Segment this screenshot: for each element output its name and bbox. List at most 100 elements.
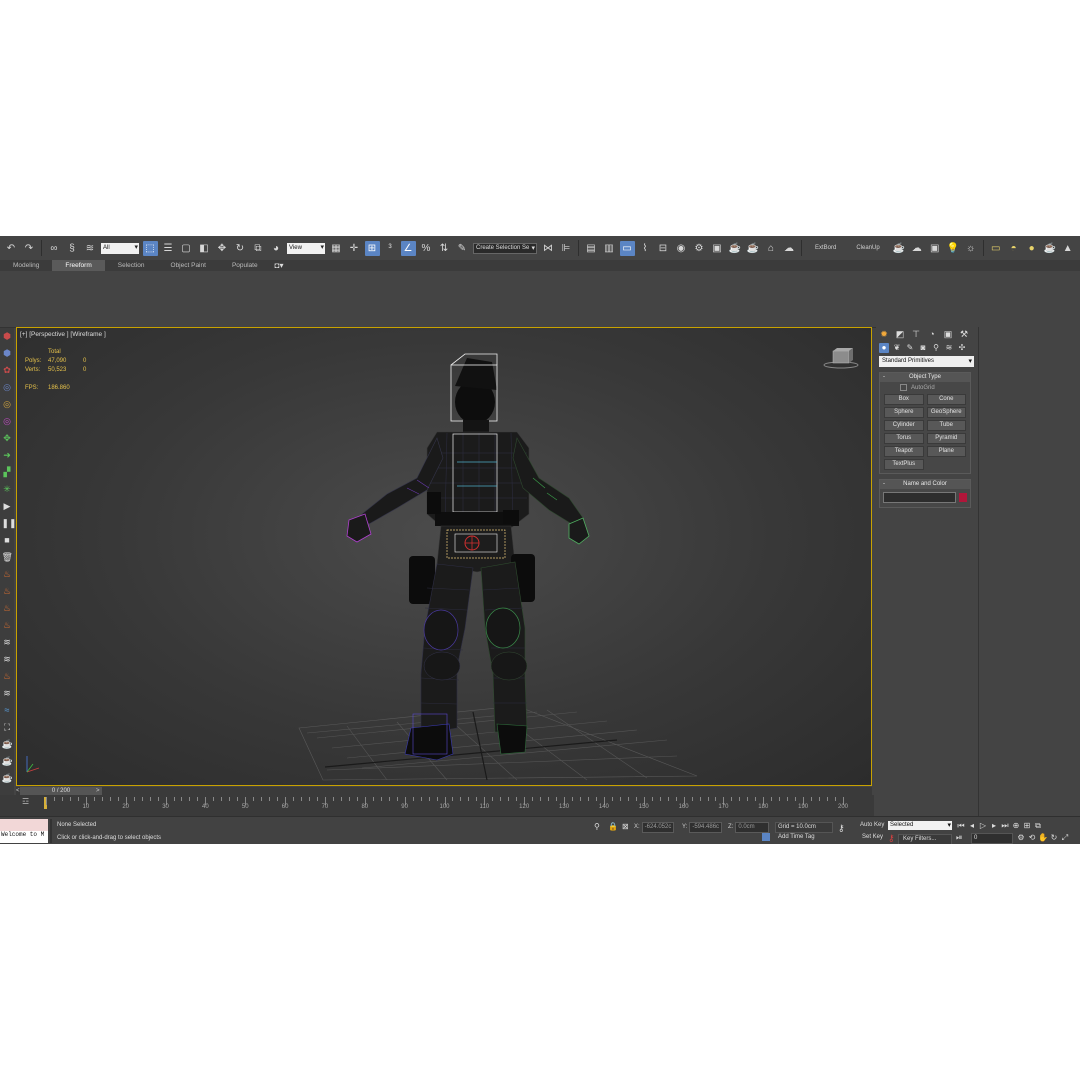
sphere-button[interactable]: Sphere	[884, 407, 924, 418]
key-mode-dropdown[interactable]: Selected	[888, 821, 952, 830]
move-icon[interactable]: ✥	[215, 241, 230, 256]
keyboard-shortcut-override-icon[interactable]: ⊞	[364, 240, 380, 256]
sphere-shape-icon[interactable]: ●	[1024, 241, 1039, 256]
x-coordinate[interactable]: X: -624.052c	[634, 822, 675, 833]
dome-icon[interactable]: ◓	[1006, 241, 1021, 256]
isolate-selection-icon[interactable]: ⚲	[594, 822, 600, 831]
time-config-icon[interactable]: ⚙	[1016, 833, 1026, 843]
undo-icon[interactable]: ↶	[4, 241, 19, 256]
select-object-icon[interactable]: ⬚	[142, 240, 158, 256]
scale-icon[interactable]: ⧉	[251, 241, 266, 256]
xform-arrow-icon[interactable]: ➜	[2, 450, 13, 461]
key-filters-button[interactable]: Key Filters...	[898, 834, 952, 844]
walkthrough-icon[interactable]: ↻	[1049, 833, 1059, 843]
teapot-shape-icon[interactable]: ☕	[1042, 241, 1057, 256]
play-icon[interactable]: ▶	[2, 501, 13, 512]
cylinder-button[interactable]: Cylinder	[884, 420, 924, 431]
viewcube-icon[interactable]	[823, 348, 859, 370]
cloud-icon[interactable]: ☁	[909, 241, 924, 256]
fire-effect-icon[interactable]: ♨	[2, 569, 13, 580]
render-production-icon[interactable]: ☕	[728, 241, 743, 256]
torus-button[interactable]: Torus	[884, 433, 924, 444]
rendered-frame-window-icon[interactable]: ▣	[710, 241, 725, 256]
create-helper-icon[interactable]: ✿	[2, 365, 13, 376]
key-icon[interactable]: ⚷	[838, 823, 845, 834]
auto-key-button[interactable]: Auto Key	[860, 822, 884, 828]
light-lister-icon[interactable]: ☼	[963, 241, 978, 256]
xform-move-icon[interactable]: ✥	[2, 433, 13, 444]
go-to-start-icon[interactable]: ⏮	[956, 821, 966, 831]
cone-shape-icon[interactable]: ▲	[1060, 241, 1075, 256]
link-icon[interactable]: ∞	[47, 241, 62, 256]
tab-freeform[interactable]: Freeform	[52, 260, 105, 271]
zoom-region-icon[interactable]: ⧉	[1033, 821, 1043, 831]
trash-icon[interactable]: 🗑	[2, 552, 13, 563]
manipulate-icon[interactable]: ✛	[347, 241, 362, 256]
previous-frame-arrow-icon[interactable]: <	[16, 787, 20, 795]
create-sphere-icon[interactable]: ⬢	[2, 348, 13, 359]
tab-populate[interactable]: Populate	[219, 260, 271, 271]
zoom-all-icon[interactable]: ⊞	[1022, 821, 1032, 831]
render-icon[interactable]: ☕	[2, 739, 13, 750]
geometry-icon[interactable]: ●	[879, 343, 889, 353]
create-camera-icon[interactable]: ◎	[2, 399, 13, 410]
systems-icon[interactable]: ✣	[957, 343, 967, 353]
key-mode-toggle-icon[interactable]: ⏯	[956, 833, 962, 843]
render-in-cloud-icon[interactable]: ☁	[782, 241, 797, 256]
add-time-tag-button[interactable]: Add Time Tag	[778, 834, 815, 840]
create-spacewarp-icon[interactable]: ◎	[2, 416, 13, 427]
mini-curve-editor-icon[interactable]: ☲	[22, 797, 29, 806]
fire-effect-icon[interactable]: ♨	[2, 671, 13, 682]
fire-effect-icon[interactable]: ♨	[2, 620, 13, 631]
angle-snap-icon[interactable]: ∠	[400, 240, 416, 256]
edit-named-selection-icon[interactable]: ✎	[455, 241, 470, 256]
cameras-icon[interactable]: ◙	[918, 343, 928, 353]
wave-icon[interactable]: ≋	[2, 688, 13, 699]
tab-object-paint[interactable]: Object Paint	[158, 260, 219, 271]
object-name-field[interactable]	[883, 492, 956, 503]
toggle-scene-explorer-icon[interactable]: ▥	[602, 241, 617, 256]
box-button[interactable]: Box	[884, 394, 924, 405]
pyramid-button[interactable]: Pyramid	[926, 433, 966, 444]
select-by-name-icon[interactable]: ☰	[161, 241, 176, 256]
xform-scatter-icon[interactable]: ✳	[2, 484, 13, 495]
selection-filter-dropdown[interactable]: All	[101, 242, 139, 254]
reference-coordinate-dropdown[interactable]: View	[287, 242, 325, 254]
create-box-icon[interactable]: ⬢	[2, 331, 13, 342]
object-type-title[interactable]: Object Type	[880, 373, 970, 382]
toggle-layer-explorer-icon[interactable]: ▤	[584, 241, 599, 256]
display-tab-icon[interactable]: ▣	[942, 328, 954, 340]
current-frame-field[interactable]: 0	[971, 833, 1013, 844]
stop-icon[interactable]: ■	[2, 535, 13, 546]
spinner-snap-icon[interactable]: ⇅	[437, 241, 452, 256]
space-warps-icon[interactable]: ≋	[944, 343, 954, 353]
zoom-extents-icon[interactable]: ⊕	[1011, 821, 1021, 831]
curve-editor-icon[interactable]: ⌇	[638, 241, 653, 256]
mirror-icon[interactable]: ⋈	[541, 241, 556, 256]
autogrid-toggle[interactable]: AutoGrid	[880, 382, 970, 392]
maxscript-input[interactable]	[0, 819, 48, 831]
tab-modeling[interactable]: Modeling	[0, 260, 52, 271]
perspective-viewport[interactable]: [+] [Perspective ] [Wireframe ] Total Po…	[16, 327, 872, 786]
helpers-icon[interactable]: ⚲	[931, 343, 941, 353]
ribbon-options-icon[interactable]: ◘▾	[271, 260, 288, 271]
selection-lock-icon[interactable]: 🔒	[608, 822, 618, 831]
previous-frame-icon[interactable]: ◂	[967, 821, 977, 831]
water-icon[interactable]: ≈	[2, 705, 13, 716]
render-icon[interactable]: ☕	[2, 773, 13, 784]
create-tab-icon[interactable]: ✹	[878, 328, 890, 340]
shapes-icon[interactable]: ❦	[892, 343, 902, 353]
cone-button[interactable]: Cone	[926, 394, 966, 405]
material-editor-icon[interactable]: ◉	[674, 241, 689, 256]
teapot-icon[interactable]: ☕	[891, 241, 906, 256]
next-frame-icon[interactable]: ▸	[989, 821, 999, 831]
render-iterative-icon[interactable]: ☕	[746, 241, 761, 256]
pan-icon[interactable]: ✋	[1038, 833, 1048, 843]
rotate-icon[interactable]: ↻	[233, 241, 248, 256]
cloth-icon[interactable]: ⛶	[2, 722, 13, 733]
z-coordinate[interactable]: Z: 0.0cm	[728, 822, 770, 833]
utilities-tab-icon[interactable]: ⚒	[958, 328, 970, 340]
maximize-viewport-icon[interactable]: ⤢	[1060, 833, 1070, 843]
maxscript-listener[interactable]: Welcome to M	[0, 819, 48, 843]
teapot-button[interactable]: Teapot	[884, 446, 924, 457]
